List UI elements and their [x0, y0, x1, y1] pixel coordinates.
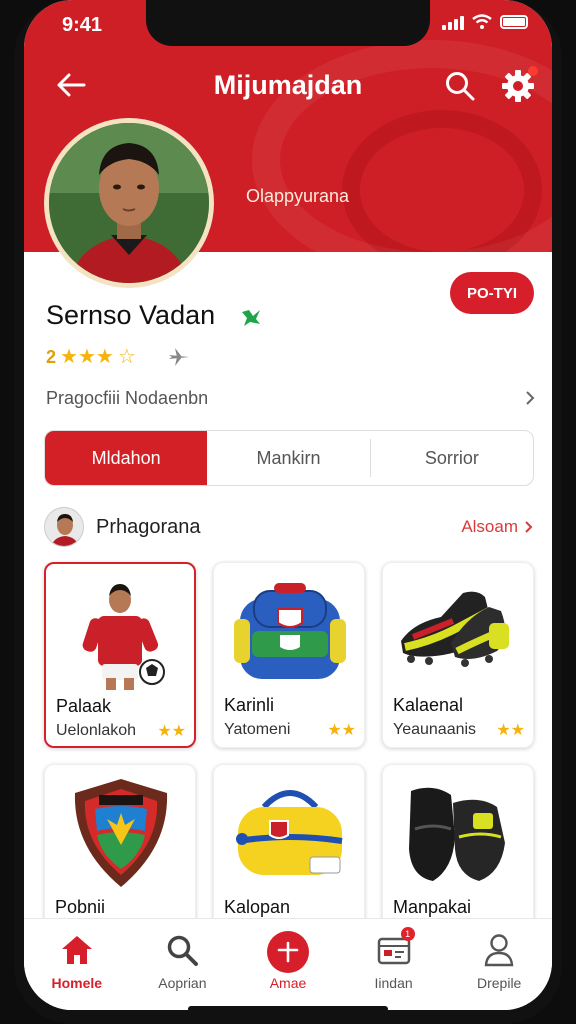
bottom-tab-bar: Homele Aoprian Amae 1 Iindan Drepile: [24, 918, 552, 1010]
product-card[interactable]: Kalaenal Yeaunaanis ★★: [382, 562, 534, 748]
inbox-icon: 1: [375, 927, 415, 969]
chevron-right-icon: [525, 521, 533, 533]
football-boots-icon: [401, 591, 509, 667]
segment-tab[interactable]: Mldahon: [45, 431, 208, 485]
tab-profile[interactable]: Drepile: [446, 919, 552, 1010]
device-notch: [146, 0, 430, 46]
chevron-right-icon: [526, 391, 535, 405]
notification-badge: 1: [400, 927, 415, 941]
see-all-label: Alsoam: [461, 517, 518, 536]
verified-badge-icon: [242, 310, 260, 326]
product-grid: Palaak Uelonlakoh ★★ Karinli Yatomeni ★★…: [44, 562, 536, 950]
segment-tab[interactable]: Mankirn: [207, 431, 369, 485]
section-header: Prhagorana Alsoam: [44, 506, 534, 548]
home-indicator: [188, 1006, 388, 1010]
tab-search[interactable]: Aoprian: [130, 919, 236, 1010]
section-avatar: [44, 507, 84, 547]
profile-description: Pragocfiii Nodaenbn: [46, 387, 209, 408]
phone-frame: 9:41 Mijumajdan Olappyurana PO-TYI Serns…: [14, 0, 562, 1024]
tab-label: Iindan: [374, 975, 413, 991]
card-stars: ★★: [496, 722, 525, 739]
club-crest-icon: [74, 779, 168, 887]
cellular-signal-icon: [442, 14, 464, 30]
search-icon[interactable]: [444, 70, 476, 102]
battery-icon: [500, 15, 528, 29]
product-card[interactable]: Karinli Yatomeni ★★: [213, 562, 365, 748]
wifi-icon: [472, 14, 492, 29]
backpack-icon: [234, 583, 346, 679]
card-title: Karinli: [224, 695, 275, 715]
tab-inbox[interactable]: 1 Iindan: [341, 919, 447, 1010]
follow-button[interactable]: PO-TYI: [450, 272, 534, 314]
card-title: Palaak: [56, 696, 112, 716]
black-boots-icon: [409, 787, 505, 881]
player-photo-icon: [82, 584, 165, 690]
card-title: Kalopan: [224, 897, 291, 917]
notification-dot: [528, 66, 538, 76]
status-icons: [442, 14, 528, 30]
duffel-bag-icon: [236, 790, 343, 875]
description-row[interactable]: Pragocfiii Nodaenbn: [46, 384, 536, 412]
rating-row: 2 ★★★ ☆: [46, 344, 192, 370]
card-title: Kalaenal: [393, 695, 464, 715]
tab-label: Homele: [51, 975, 103, 991]
player-portrait-icon: [49, 123, 209, 283]
share-plane-icon[interactable]: [166, 344, 192, 370]
home-icon: [58, 931, 96, 969]
add-icon: [266, 931, 309, 973]
see-all-link[interactable]: Alsoam: [461, 517, 534, 537]
card-title: Pobnii: [55, 897, 106, 917]
profile-avatar: [44, 118, 214, 288]
status-time: 9:41: [62, 14, 103, 36]
card-title: Manpakai: [393, 897, 472, 917]
mini-player-portrait-icon: [45, 508, 83, 546]
rating-stars: ★★★: [60, 346, 114, 368]
profile-name: Sernso Vadan: [46, 300, 216, 330]
tab-add[interactable]: Amae: [235, 919, 341, 1010]
section-title: Prhagorana: [96, 515, 201, 538]
card-subtitle: Uelonlakoh: [56, 722, 137, 739]
card-subtitle: Yeaunaanis: [393, 721, 477, 738]
search-icon: [163, 931, 201, 969]
tab-label: Drepile: [476, 975, 522, 991]
card-stars: ★★: [327, 722, 356, 739]
card-stars: ★★: [157, 723, 186, 740]
rating-number: 2: [46, 346, 57, 367]
segment-tab[interactable]: Sorrior: [371, 431, 533, 485]
header-subtitle: Olappyurana: [246, 186, 350, 206]
rating-extra: ☆: [117, 346, 136, 368]
app-screen: 9:41 Mijumajdan Olappyurana PO-TYI Serns…: [24, 0, 552, 1010]
tab-label: Amae: [269, 975, 307, 991]
tab-home[interactable]: Homele: [24, 919, 130, 1010]
profile-icon: [480, 931, 518, 969]
product-card[interactable]: Palaak Uelonlakoh ★★: [44, 562, 196, 748]
segmented-control: Mldahon Mankirn Sorrior: [44, 430, 534, 486]
tab-label: Aoprian: [158, 975, 207, 991]
card-subtitle: Yatomeni: [224, 721, 291, 738]
